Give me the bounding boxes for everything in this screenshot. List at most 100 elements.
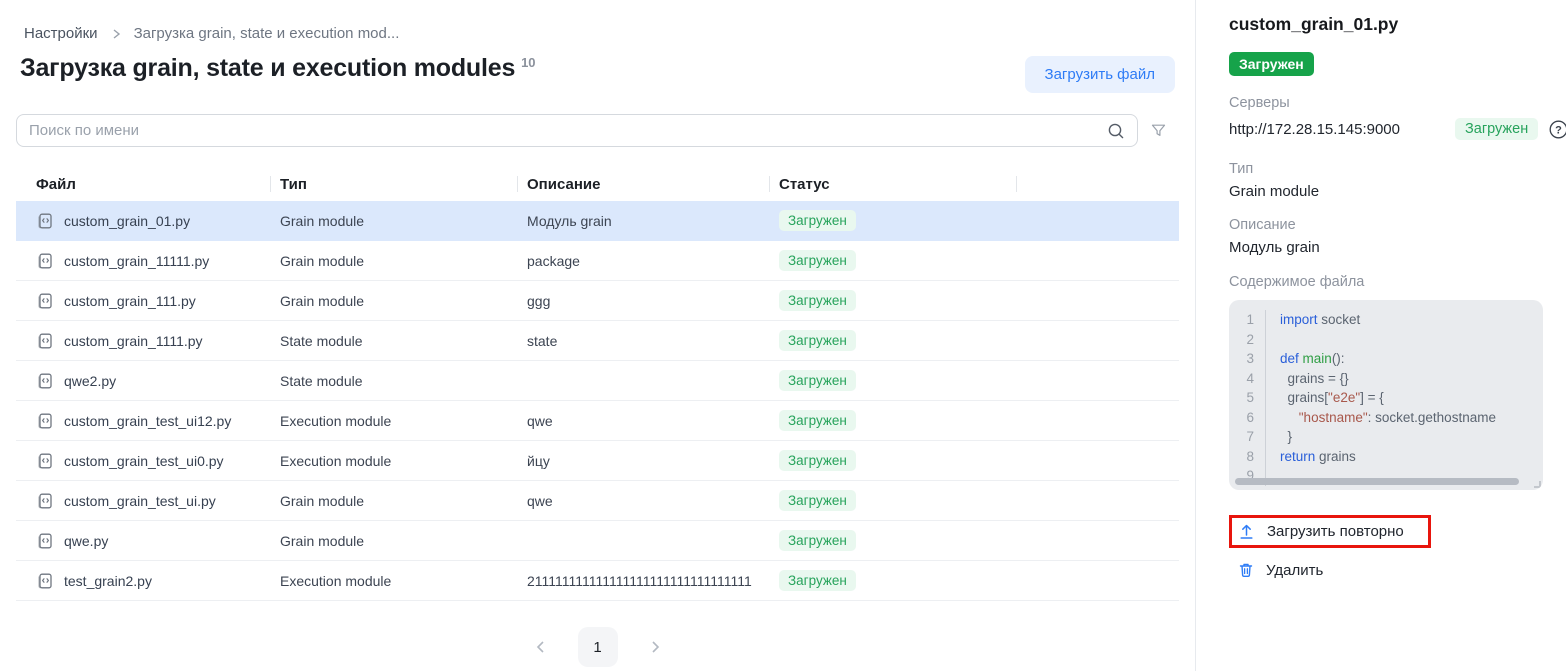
description-cell: state <box>517 333 769 349</box>
status-cell: Загружен <box>769 210 1016 231</box>
line-number: 4 <box>1229 369 1265 389</box>
delete-button[interactable]: Удалить <box>1237 561 1323 579</box>
code-line: 8return grains <box>1229 447 1543 467</box>
app-root: Настройки Загрузка grain, state и execut… <box>0 0 1566 671</box>
table-row[interactable]: test_grain2.py Execution module2111111111… <box>16 561 1179 601</box>
search-row <box>16 114 1179 147</box>
svg-text:?: ? <box>1555 124 1562 136</box>
file-code-icon <box>36 372 54 390</box>
file-code-icon <box>36 212 54 230</box>
trash-icon <box>1237 561 1255 579</box>
file-name: custom_grain_test_ui12.py <box>64 413 231 429</box>
column-header-2: Тип <box>270 167 517 201</box>
file-name-cell: qwe.py <box>16 532 270 550</box>
file-name-cell: test_grain2.py <box>16 572 270 590</box>
type-cell: Execution module <box>270 453 517 469</box>
file-code-icon <box>36 492 54 510</box>
code-line: 2 <box>1229 330 1543 350</box>
table-header: ФайлТипОписаниеСтатус <box>16 167 1179 201</box>
horizontal-scrollbar[interactable] <box>1235 478 1519 485</box>
status-cell: Загружен <box>769 290 1016 311</box>
file-name: custom_grain_01.py <box>64 213 190 229</box>
file-name: custom_grain_test_ui.py <box>64 493 216 509</box>
breadcrumb-settings[interactable]: Настройки <box>24 25 98 42</box>
description-cell: ggg <box>517 293 769 309</box>
help-button[interactable]: ? <box>1548 119 1566 140</box>
description-cell: Модуль grain <box>517 213 769 229</box>
code-line: 5 grains["e2e"] = { <box>1229 388 1543 408</box>
table-row[interactable]: qwe2.pyState moduleЗагружен <box>16 361 1179 401</box>
description-cell: 211111111111111111111111111111111 <box>517 573 769 589</box>
description-label: Описание <box>1229 217 1566 233</box>
file-name: test_grain2.py <box>64 573 152 589</box>
table-row[interactable]: custom_grain_test_ui0.pyExecution module… <box>16 441 1179 481</box>
file-name: qwe.py <box>64 533 108 549</box>
reupload-button[interactable]: Загрузить повторно <box>1237 522 1404 541</box>
column-header-empty <box>1016 167 1179 201</box>
line-number: 3 <box>1229 349 1265 369</box>
search-box <box>16 114 1138 147</box>
page-title: Загрузка grain, state и execution module… <box>20 54 535 83</box>
status-badge: Загружен <box>1229 52 1314 76</box>
table-row[interactable]: custom_grain_01.pyGrain moduleМодуль gra… <box>16 201 1179 241</box>
file-name-cell: custom_grain_test_ui0.py <box>16 452 270 470</box>
status-cell: Загружен <box>769 530 1016 551</box>
type-cell: State module <box>270 373 517 389</box>
type-value: Grain module <box>1229 183 1566 200</box>
file-name-cell: custom_grain_1111.py <box>16 332 270 350</box>
table-body: custom_grain_01.py Grain module Модуль gra… <box>16 201 1179 601</box>
table-row[interactable]: custom_grain_1111.pyState modulestate Заг… <box>16 321 1179 361</box>
code-line: 7 } <box>1229 427 1543 447</box>
type-cell: Execution module <box>270 573 517 589</box>
table-row[interactable]: custom_grain_test_ui.pyGrain moduleqweЗа… <box>16 481 1179 521</box>
pagination: 1 <box>0 627 1195 667</box>
delete-label: Удалить <box>1266 562 1323 579</box>
code-text: "hostname": socket.gethostname <box>1265 408 1496 428</box>
search-input[interactable] <box>16 114 1138 147</box>
description-value: Модуль grain <box>1229 239 1566 256</box>
file-name-cell: custom_grain_111.py <box>16 292 270 310</box>
type-label: Тип <box>1229 161 1566 177</box>
scrollbar-corner <box>1534 481 1541 488</box>
file-code-icon <box>36 452 54 470</box>
type-cell: State module <box>270 333 517 349</box>
status-badge: Загружен <box>779 290 856 311</box>
description-cell: package <box>517 253 769 269</box>
prev-page-button[interactable] <box>529 635 553 659</box>
code-line: 1import socket <box>1229 310 1543 330</box>
code-text: import socket <box>1265 310 1360 330</box>
table-row[interactable]: qwe.py Grain module Загружен <box>16 521 1179 561</box>
table-row[interactable]: custom_grain_test_ui12.py Execution modul… <box>16 401 1179 441</box>
status-cell: Загружен <box>769 450 1016 471</box>
next-page-button[interactable] <box>643 635 667 659</box>
filter-button[interactable] <box>1138 118 1179 143</box>
status-badge: Загружен <box>779 210 856 231</box>
file-name-cell: qwe2.py <box>16 372 270 390</box>
server-url: http://172.28.15.145:9000 <box>1229 121 1407 138</box>
filter-funnel-icon <box>1150 122 1167 139</box>
line-number: 7 <box>1229 427 1265 447</box>
file-content-label: Содержимое файла <box>1229 274 1566 290</box>
details-file-title: custom_grain_01.py <box>1229 14 1566 35</box>
main-content: Настройки Загрузка grain, state и execut… <box>0 0 1196 671</box>
file-code-icon <box>36 532 54 550</box>
reupload-highlight-box: Загрузить повторно <box>1229 515 1431 548</box>
current-page[interactable]: 1 <box>578 627 618 667</box>
chevron-left-icon <box>533 639 549 655</box>
status-badge: Загружен <box>779 250 856 271</box>
page-title-text: Загрузка grain, state и execution module… <box>20 54 515 82</box>
search-icon[interactable] <box>1107 122 1125 143</box>
code-line: 3def main(): <box>1229 349 1543 369</box>
type-cell: Grain module <box>270 533 517 549</box>
table-row[interactable]: custom_grain_111.pyGrain modulegggЗагруж… <box>16 281 1179 321</box>
type-cell: Execution module <box>270 413 517 429</box>
upload-file-button[interactable]: Загрузить файл <box>1025 56 1175 93</box>
code-text: } <box>1265 427 1292 447</box>
file-name: custom_grain_111.py <box>64 293 196 309</box>
code-viewer[interactable]: 1import socket2 3def main():4 grains = {… <box>1229 300 1543 490</box>
breadcrumb: Настройки Загрузка grain, state и execut… <box>24 25 1171 42</box>
status-cell: Загружен <box>769 330 1016 351</box>
table-row[interactable]: custom_grain_11111.pyGrain modulepackage… <box>16 241 1179 281</box>
status-badge: Загружен <box>779 450 856 471</box>
status-badge: Загружен <box>779 330 856 351</box>
